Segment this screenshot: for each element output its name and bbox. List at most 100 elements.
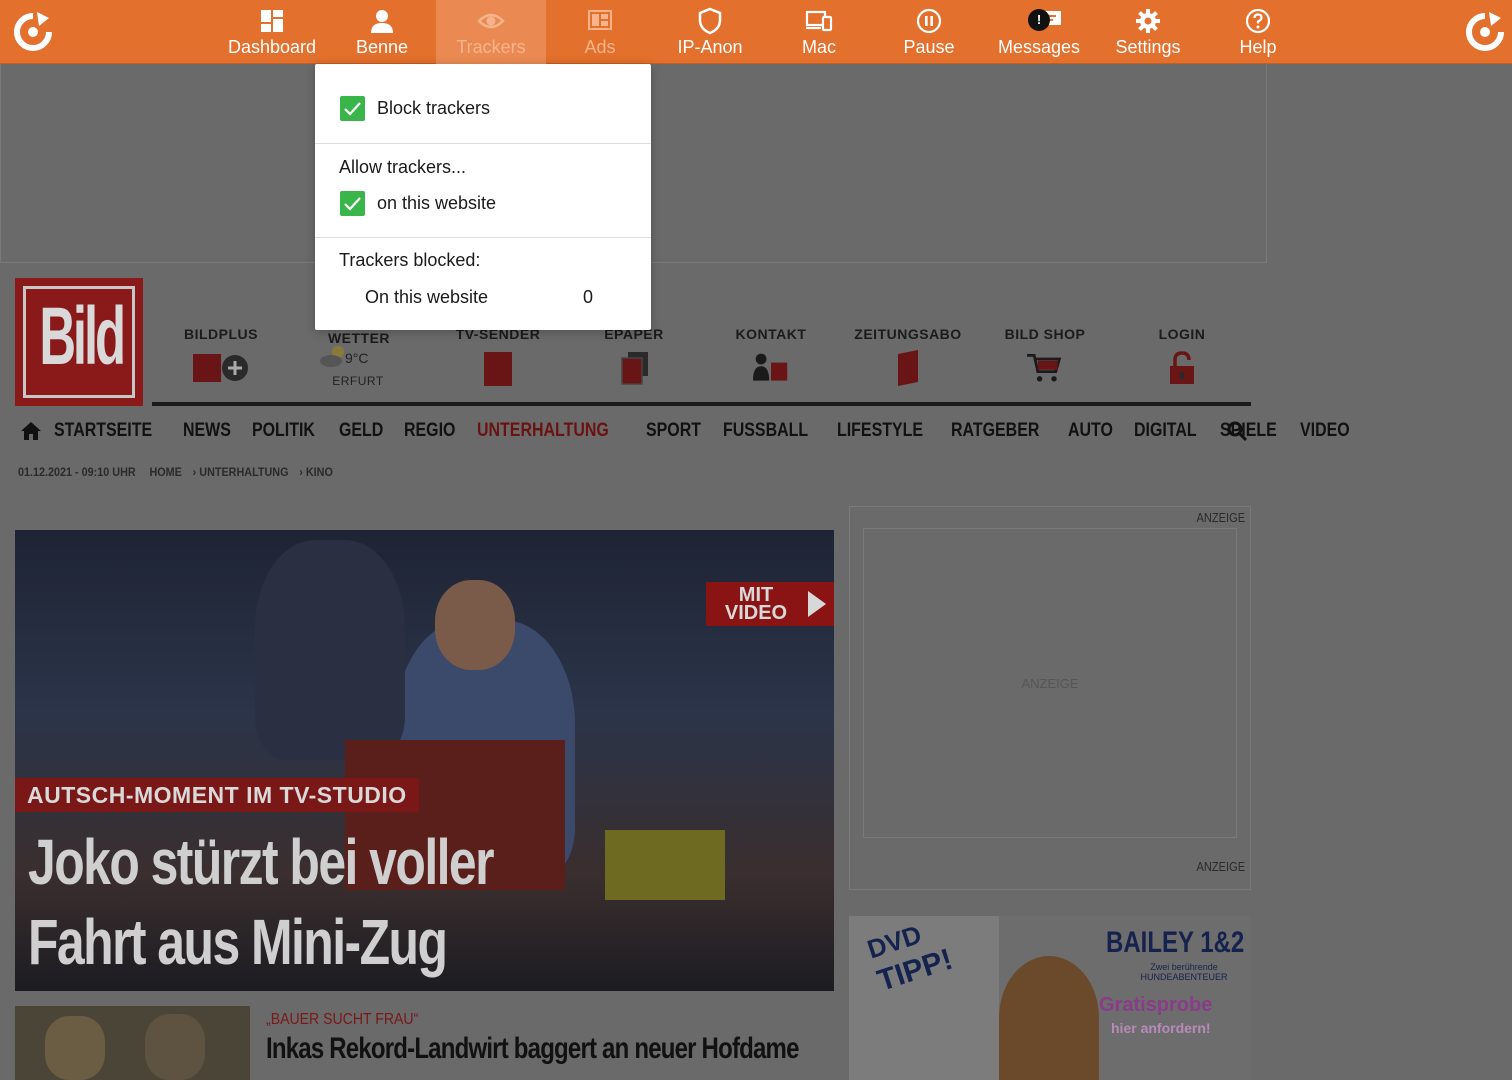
breadcrumb-home[interactable]: HOME	[149, 465, 181, 479]
epaper-icon	[621, 352, 648, 385]
nav-digital[interactable]: DIGITAL	[1134, 420, 1197, 442]
promo-title: BAILEY 1&2	[1106, 926, 1245, 959]
nav-video[interactable]: VIDEO	[1300, 420, 1350, 442]
allow-on-website-label[interactable]: on this website	[377, 193, 496, 214]
service-epaper[interactable]: EPAPER	[569, 326, 699, 389]
search-icon[interactable]	[1226, 420, 1248, 442]
hero-kicker: AUTSCH-MOMENT IM TV-STUDIO	[15, 778, 419, 812]
refresh-logo-icon[interactable]	[11, 10, 55, 54]
service-bildplus[interactable]: BILDPLUS	[156, 326, 286, 389]
refresh-logo-icon-right[interactable]	[1463, 10, 1507, 54]
allow-on-website-checkbox[interactable]	[340, 191, 365, 216]
toolbar-pause-label: Pause	[903, 37, 955, 57]
service-bild-shop[interactable]: BILD SHOP	[980, 326, 1110, 389]
toolbar-trackers[interactable]: Trackers	[436, 0, 546, 64]
service-login[interactable]: LOGIN	[1117, 326, 1247, 389]
hero-article[interactable]: MIT VIDEO AUTSCH-MOMENT IM TV-STUDIO Jok…	[15, 530, 834, 991]
nav-regio[interactable]: REGIO	[404, 420, 455, 442]
nav-news[interactable]: NEWS	[183, 420, 231, 442]
toolbar-help[interactable]: Help	[1203, 0, 1313, 64]
weather-city: ERFURT	[332, 374, 384, 388]
teaser-thumbnail[interactable]	[15, 1006, 250, 1080]
block-trackers-checkbox[interactable]	[340, 96, 365, 121]
toolbar-ip-anon[interactable]: IP-Anon	[655, 0, 765, 64]
toolbar-settings-label: Settings	[1115, 37, 1181, 57]
promo-gratisprobe[interactable]: Gratisprobe	[1099, 994, 1212, 1017]
popover-divider-1	[315, 143, 651, 144]
video-badge-label: MIT VIDEO	[724, 584, 788, 624]
article-date: 01.12.2021 - 09:10 UHR	[18, 465, 136, 479]
service-zeitungsabo[interactable]: ZEITUNGSABO	[843, 326, 973, 389]
lock-icon	[1170, 351, 1194, 384]
service-bildplus-label: BILDPLUS	[184, 326, 258, 342]
blocked-on-website-label: On this website	[365, 287, 489, 307]
video-badge: MIT VIDEO	[706, 582, 834, 626]
nav-lifestyle[interactable]: LIFESTYLE	[837, 420, 923, 442]
eye-icon	[477, 13, 505, 29]
ads-icon	[588, 10, 612, 30]
thumb-person-2	[145, 1014, 205, 1080]
nav-sport[interactable]: SPORT	[646, 420, 701, 442]
toolbar-messages[interactable]: ! Messages	[984, 0, 1094, 64]
ad-label-center: ANZEIGE	[1021, 676, 1079, 691]
hero-headline-line-1: Joko stürzt bei voller	[28, 826, 495, 898]
toolbar-help-label: Help	[1239, 37, 1277, 57]
block-trackers-label[interactable]: Block trackers	[377, 98, 490, 119]
cart-icon	[1027, 354, 1062, 382]
toolbar-benne[interactable]: Benne	[327, 0, 437, 64]
nav-startseite[interactable]: STARTSEITE	[54, 420, 152, 442]
nav-geld[interactable]: GELD	[339, 420, 383, 442]
bildplus-icon	[193, 354, 248, 382]
toolbar-ads[interactable]: Ads	[545, 0, 655, 64]
popover-divider-2	[315, 237, 651, 238]
bild-logo-text: Bild	[39, 291, 126, 382]
teaser-kicker: „BAUER SUCHT FRAU“	[266, 1011, 419, 1028]
nav-unterhaltung[interactable]: UNTERHALTUNG	[477, 420, 609, 442]
allow-trackers-label: Allow trackers...	[339, 157, 467, 177]
breadcrumb: 01.12.2021 - 09:10 UHR HOME › UNTERHALTUN…	[18, 465, 344, 479]
promo-dog	[999, 956, 1099, 1080]
promo-hier-anfordern[interactable]: hier anfordern!	[1111, 1020, 1211, 1036]
service-tv-sender[interactable]: TV-SENDER	[433, 326, 563, 389]
toolbar-settings[interactable]: Settings	[1093, 0, 1203, 64]
bild-logo[interactable]: Bild	[15, 278, 143, 406]
nav-ratgeber[interactable]: RATGEBER	[951, 420, 1039, 442]
dashboard-icon	[261, 10, 283, 32]
checkmark-icon	[344, 197, 361, 211]
home-icon[interactable]	[20, 420, 42, 442]
breadcrumb-unterhaltung[interactable]: › UNTERHALTUNG	[193, 465, 289, 479]
trackers-blocked-heading: Trackers blocked:	[339, 250, 481, 270]
toolbar-dashboard[interactable]: Dashboard	[217, 0, 327, 64]
header-rule	[152, 402, 1251, 406]
toolbar-benne-label: Benne	[355, 37, 409, 57]
nav-politik[interactable]: POLITIK	[252, 420, 315, 442]
nav-auto[interactable]: AUTO	[1068, 420, 1113, 442]
toolbar-pause[interactable]: Pause	[874, 0, 984, 64]
shield-icon	[698, 7, 722, 35]
ad-label-bottom: ANZEIGE	[1196, 859, 1246, 874]
kontakt-icon	[753, 353, 788, 381]
breadcrumb-kino[interactable]: › KINO	[299, 465, 333, 479]
teaser-title[interactable]: Inkas Rekord-Landwirt baggert an neuer H…	[266, 1032, 799, 1066]
hero-headline-line-2: Fahrt aus Mini-Zug	[28, 906, 448, 978]
service-kontakt-label: KONTAKT	[735, 326, 807, 342]
toolbar-mac-label: Mac	[801, 37, 836, 57]
zeitungsabo-icon	[898, 350, 918, 386]
gear-icon	[1136, 9, 1160, 33]
blocked-count: 0	[583, 287, 594, 307]
toolbar-dashboard-label: Dashboard	[227, 37, 317, 57]
service-kontakt[interactable]: KONTAKT	[706, 326, 836, 389]
dvd-promo-banner[interactable]: DVD TIPP! BAILEY 1&2 Zwei berührende HUN…	[849, 916, 1251, 1080]
toolbar-mac[interactable]: Mac	[764, 0, 874, 64]
service-wetter[interactable]: WETTER	[294, 330, 424, 346]
service-zeitungsabo-label: ZEITUNGSABO	[854, 326, 962, 342]
play-icon	[808, 591, 826, 617]
thumb-person-1	[45, 1016, 105, 1080]
tv-sender-icon	[484, 352, 512, 386]
service-login-label: LOGIN	[1158, 326, 1206, 342]
main-navigation: STARTSEITE NEWS POLITIK GELD REGIO UNTER…	[20, 416, 1371, 446]
trackers-popover: Block trackers Allow trackers... on this…	[315, 64, 651, 330]
weather-temperature: 9°C	[345, 350, 369, 366]
hero-headline: Joko stürzt bei voller Fahrt aus Mini-Zu…	[28, 822, 652, 982]
nav-fussball[interactable]: FUSSBALL	[723, 420, 808, 442]
